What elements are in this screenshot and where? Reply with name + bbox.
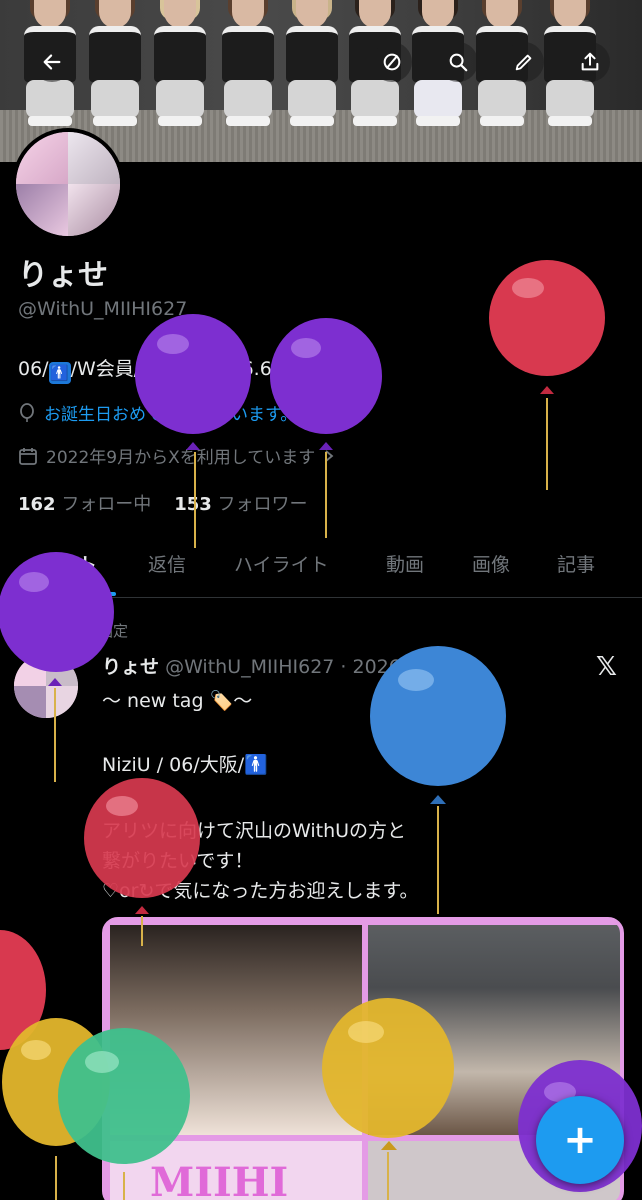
balloon-decoration (270, 318, 382, 538)
person-emoji-icon: 🚹 (48, 362, 71, 384)
tab-images[interactable]: 画像 (472, 550, 510, 577)
balloon-icon (20, 402, 34, 422)
mute-icon (383, 53, 401, 71)
plus-icon: + (563, 1117, 597, 1163)
avatar-photo-tile (68, 184, 120, 236)
search-icon (449, 53, 468, 72)
banner-person (282, 0, 342, 135)
tab-articles[interactable]: 記事 (557, 550, 595, 577)
share-button[interactable] (570, 42, 610, 82)
post-text-line: NiziU / 06/大阪/🚹 (102, 754, 268, 776)
balloon-decoration (84, 778, 200, 946)
balloon-decoration (370, 646, 506, 914)
banner-person (150, 0, 210, 135)
calendar-icon (19, 447, 37, 465)
tab-replies[interactable]: 返信 (148, 550, 186, 577)
balloon-decoration (135, 314, 251, 548)
edit-icon (515, 54, 532, 71)
avatar-image (16, 132, 120, 236)
avatar-photo-tile (16, 184, 68, 236)
edit-button[interactable] (504, 42, 544, 82)
banner-person (85, 0, 145, 135)
balloon-decoration (322, 998, 454, 1200)
following-link[interactable]: 162 フォロー中 (18, 494, 151, 515)
balloon-decoration (58, 1028, 190, 1200)
profile-avatar[interactable] (12, 128, 124, 240)
following-count: 162 (18, 494, 56, 515)
profile-display-name: りょせ (18, 258, 108, 293)
share-icon (581, 52, 599, 71)
compose-post-button[interactable]: + (536, 1096, 624, 1184)
tab-videos[interactable]: 動画 (386, 550, 424, 577)
banner-person (218, 0, 278, 135)
balloon-decoration (489, 260, 605, 490)
avatar-photo-tile (16, 132, 68, 184)
balloon-decoration (0, 552, 114, 782)
post-text-line: 〜 new tag 🏷️〜 (102, 690, 253, 712)
search-button[interactable] (438, 42, 478, 82)
avatar-photo-tile (68, 132, 120, 184)
arrow-left-icon (43, 54, 61, 70)
tab-highlights[interactable]: ハイライト (234, 550, 329, 577)
mute-button[interactable] (372, 42, 412, 82)
x-logo-icon: 𝕏 (596, 652, 617, 682)
back-button[interactable] (32, 42, 72, 82)
bio-prefix: 06/ (18, 358, 49, 380)
